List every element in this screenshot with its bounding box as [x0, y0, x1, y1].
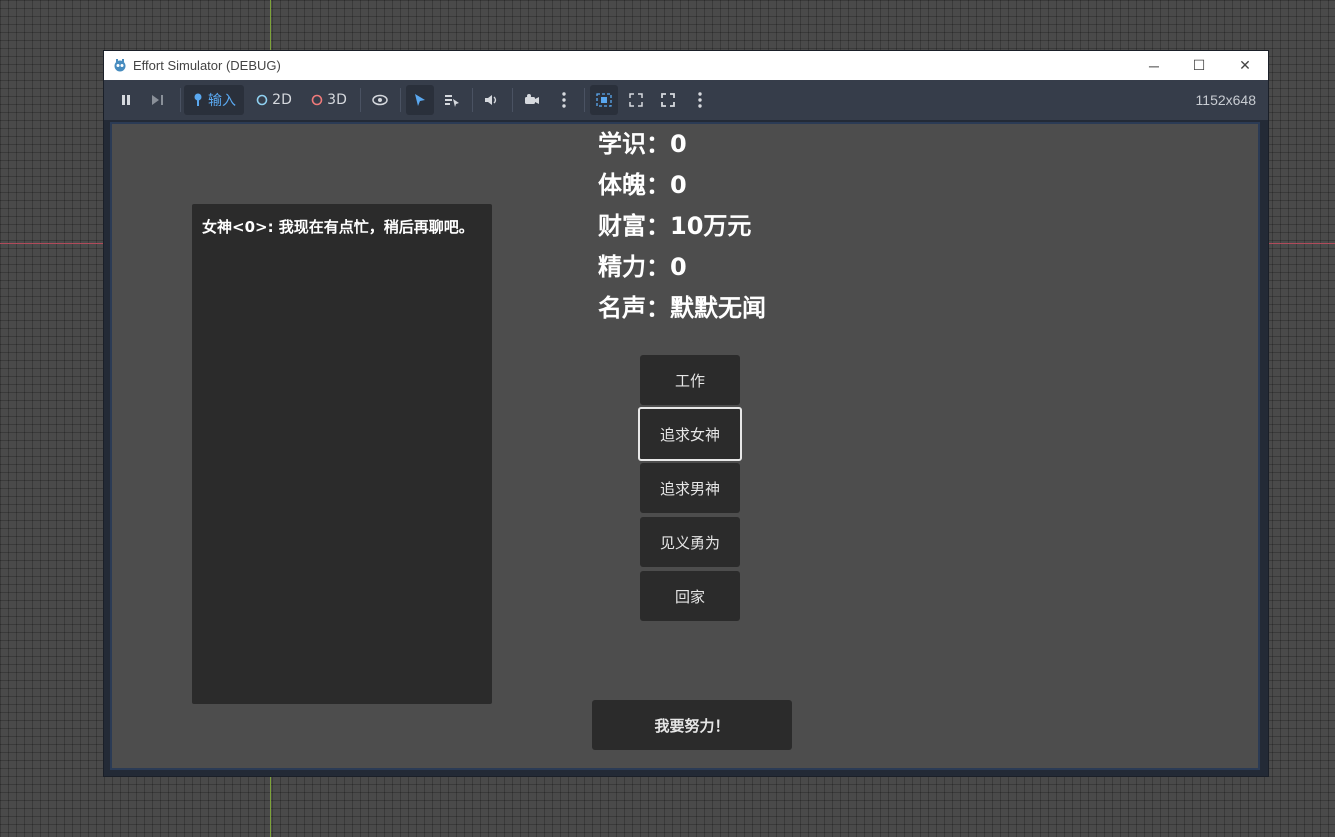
toolbar-separator: [360, 88, 361, 112]
stat-value: 0: [670, 130, 687, 158]
effort-button[interactable]: 我要努力！: [592, 700, 792, 750]
input-toggle-button[interactable]: 输入: [184, 85, 244, 115]
godot-icon: [114, 59, 126, 72]
fit-icon: [629, 93, 643, 107]
close-button[interactable]: ✕: [1222, 51, 1268, 80]
view-options-button[interactable]: [688, 85, 712, 115]
select-button[interactable]: [406, 85, 434, 115]
list-select-button[interactable]: [440, 85, 464, 115]
pursue-god-button[interactable]: 追求男神: [640, 463, 740, 513]
game-viewport: 女神<0>: 我现在有点忙，稍后再聊吧。 学识：0 体魄：0 财富：10万元 精…: [110, 122, 1260, 770]
maximize-button[interactable]: ☐: [1176, 51, 1222, 80]
mode-3d-label: 3D: [327, 92, 347, 108]
stat-value: 10万元: [670, 212, 752, 240]
close-icon: ✕: [1239, 57, 1251, 73]
stats-panel: 学识：0 体魄：0 财富：10万元 精力：0 名声：默默无闻: [598, 124, 766, 329]
stat-label: 体魄：: [598, 171, 670, 199]
pause-button[interactable]: [114, 85, 138, 115]
pause-icon: [122, 95, 130, 105]
mode-2d-button[interactable]: 2D: [254, 85, 294, 115]
stat-knowledge: 学识：0: [598, 124, 766, 165]
audio-button[interactable]: [480, 85, 504, 115]
dialog-panel: 女神<0>: 我现在有点忙，稍后再聊吧。: [192, 204, 492, 704]
minimize-button[interactable]: ─: [1131, 51, 1177, 80]
stat-energy: 精力：0: [598, 247, 766, 288]
dialog-text: 女神<0>: 我现在有点忙，稍后再聊吧。: [202, 218, 474, 236]
maximize-icon: ☐: [1192, 57, 1206, 73]
fullscreen-icon: [661, 93, 675, 107]
stat-physique: 体魄：0: [598, 165, 766, 206]
mode-2d-label: 2D: [272, 92, 292, 108]
toolbar-separator: [512, 88, 513, 112]
next-frame-icon: [152, 95, 163, 105]
toolbar-separator: [472, 88, 473, 112]
toolbar-separator: [180, 88, 181, 112]
toolbar-separator: [400, 88, 401, 112]
work-button[interactable]: 工作: [640, 355, 740, 405]
circle-2d-icon: [256, 94, 268, 106]
fit-view-button[interactable]: [624, 85, 648, 115]
minimize-icon: ─: [1149, 57, 1159, 74]
stat-fame: 名声：默默无闻: [598, 288, 766, 329]
speaker-icon: [485, 95, 497, 105]
embed-window-button[interactable]: [590, 85, 618, 115]
next-frame-button[interactable]: [146, 85, 170, 115]
list-cursor-icon: [445, 95, 459, 107]
circle-3d-icon: [311, 94, 323, 106]
fullscreen-button[interactable]: [656, 85, 680, 115]
heroic-act-button[interactable]: 见义勇为: [640, 517, 740, 567]
mode-3d-button[interactable]: 3D: [308, 85, 350, 115]
stat-label: 名声：: [598, 294, 670, 322]
stat-value: 0: [670, 171, 687, 199]
cursor-icon: [415, 94, 425, 106]
more-vertical-icon: [698, 92, 702, 108]
stat-label: 学识：: [598, 130, 670, 158]
stat-wealth: 财富：10万元: [598, 206, 766, 247]
resolution-label: 1152x648: [1195, 92, 1256, 108]
input-label: 输入: [208, 93, 236, 109]
visibility-button[interactable]: [368, 85, 392, 115]
window-title: Effort Simulator (DEBUG): [133, 58, 281, 73]
camera-options-button[interactable]: [552, 85, 576, 115]
embed-icon: [596, 93, 612, 107]
stat-value: 默默无闻: [670, 294, 766, 322]
joystick-icon: [194, 93, 202, 106]
title-bar[interactable]: Effort Simulator (DEBUG) ─ ☐ ✕: [104, 51, 1268, 80]
more-vertical-icon: [562, 92, 566, 108]
eye-icon: [372, 94, 388, 106]
stat-value: 0: [670, 253, 687, 281]
stat-label: 精力：: [598, 253, 670, 281]
pursue-goddess-button[interactable]: 追求女神: [638, 407, 742, 461]
stat-label: 财富：: [598, 212, 670, 240]
game-window: Effort Simulator (DEBUG) ─ ☐ ✕ 输入 2D 3D: [104, 51, 1268, 776]
debug-toolbar: 输入 2D 3D 1152x648: [104, 80, 1268, 120]
camera-icon: [525, 94, 539, 104]
go-home-button[interactable]: 回家: [640, 571, 740, 621]
camera-button[interactable]: [520, 85, 544, 115]
toolbar-separator: [584, 88, 585, 112]
